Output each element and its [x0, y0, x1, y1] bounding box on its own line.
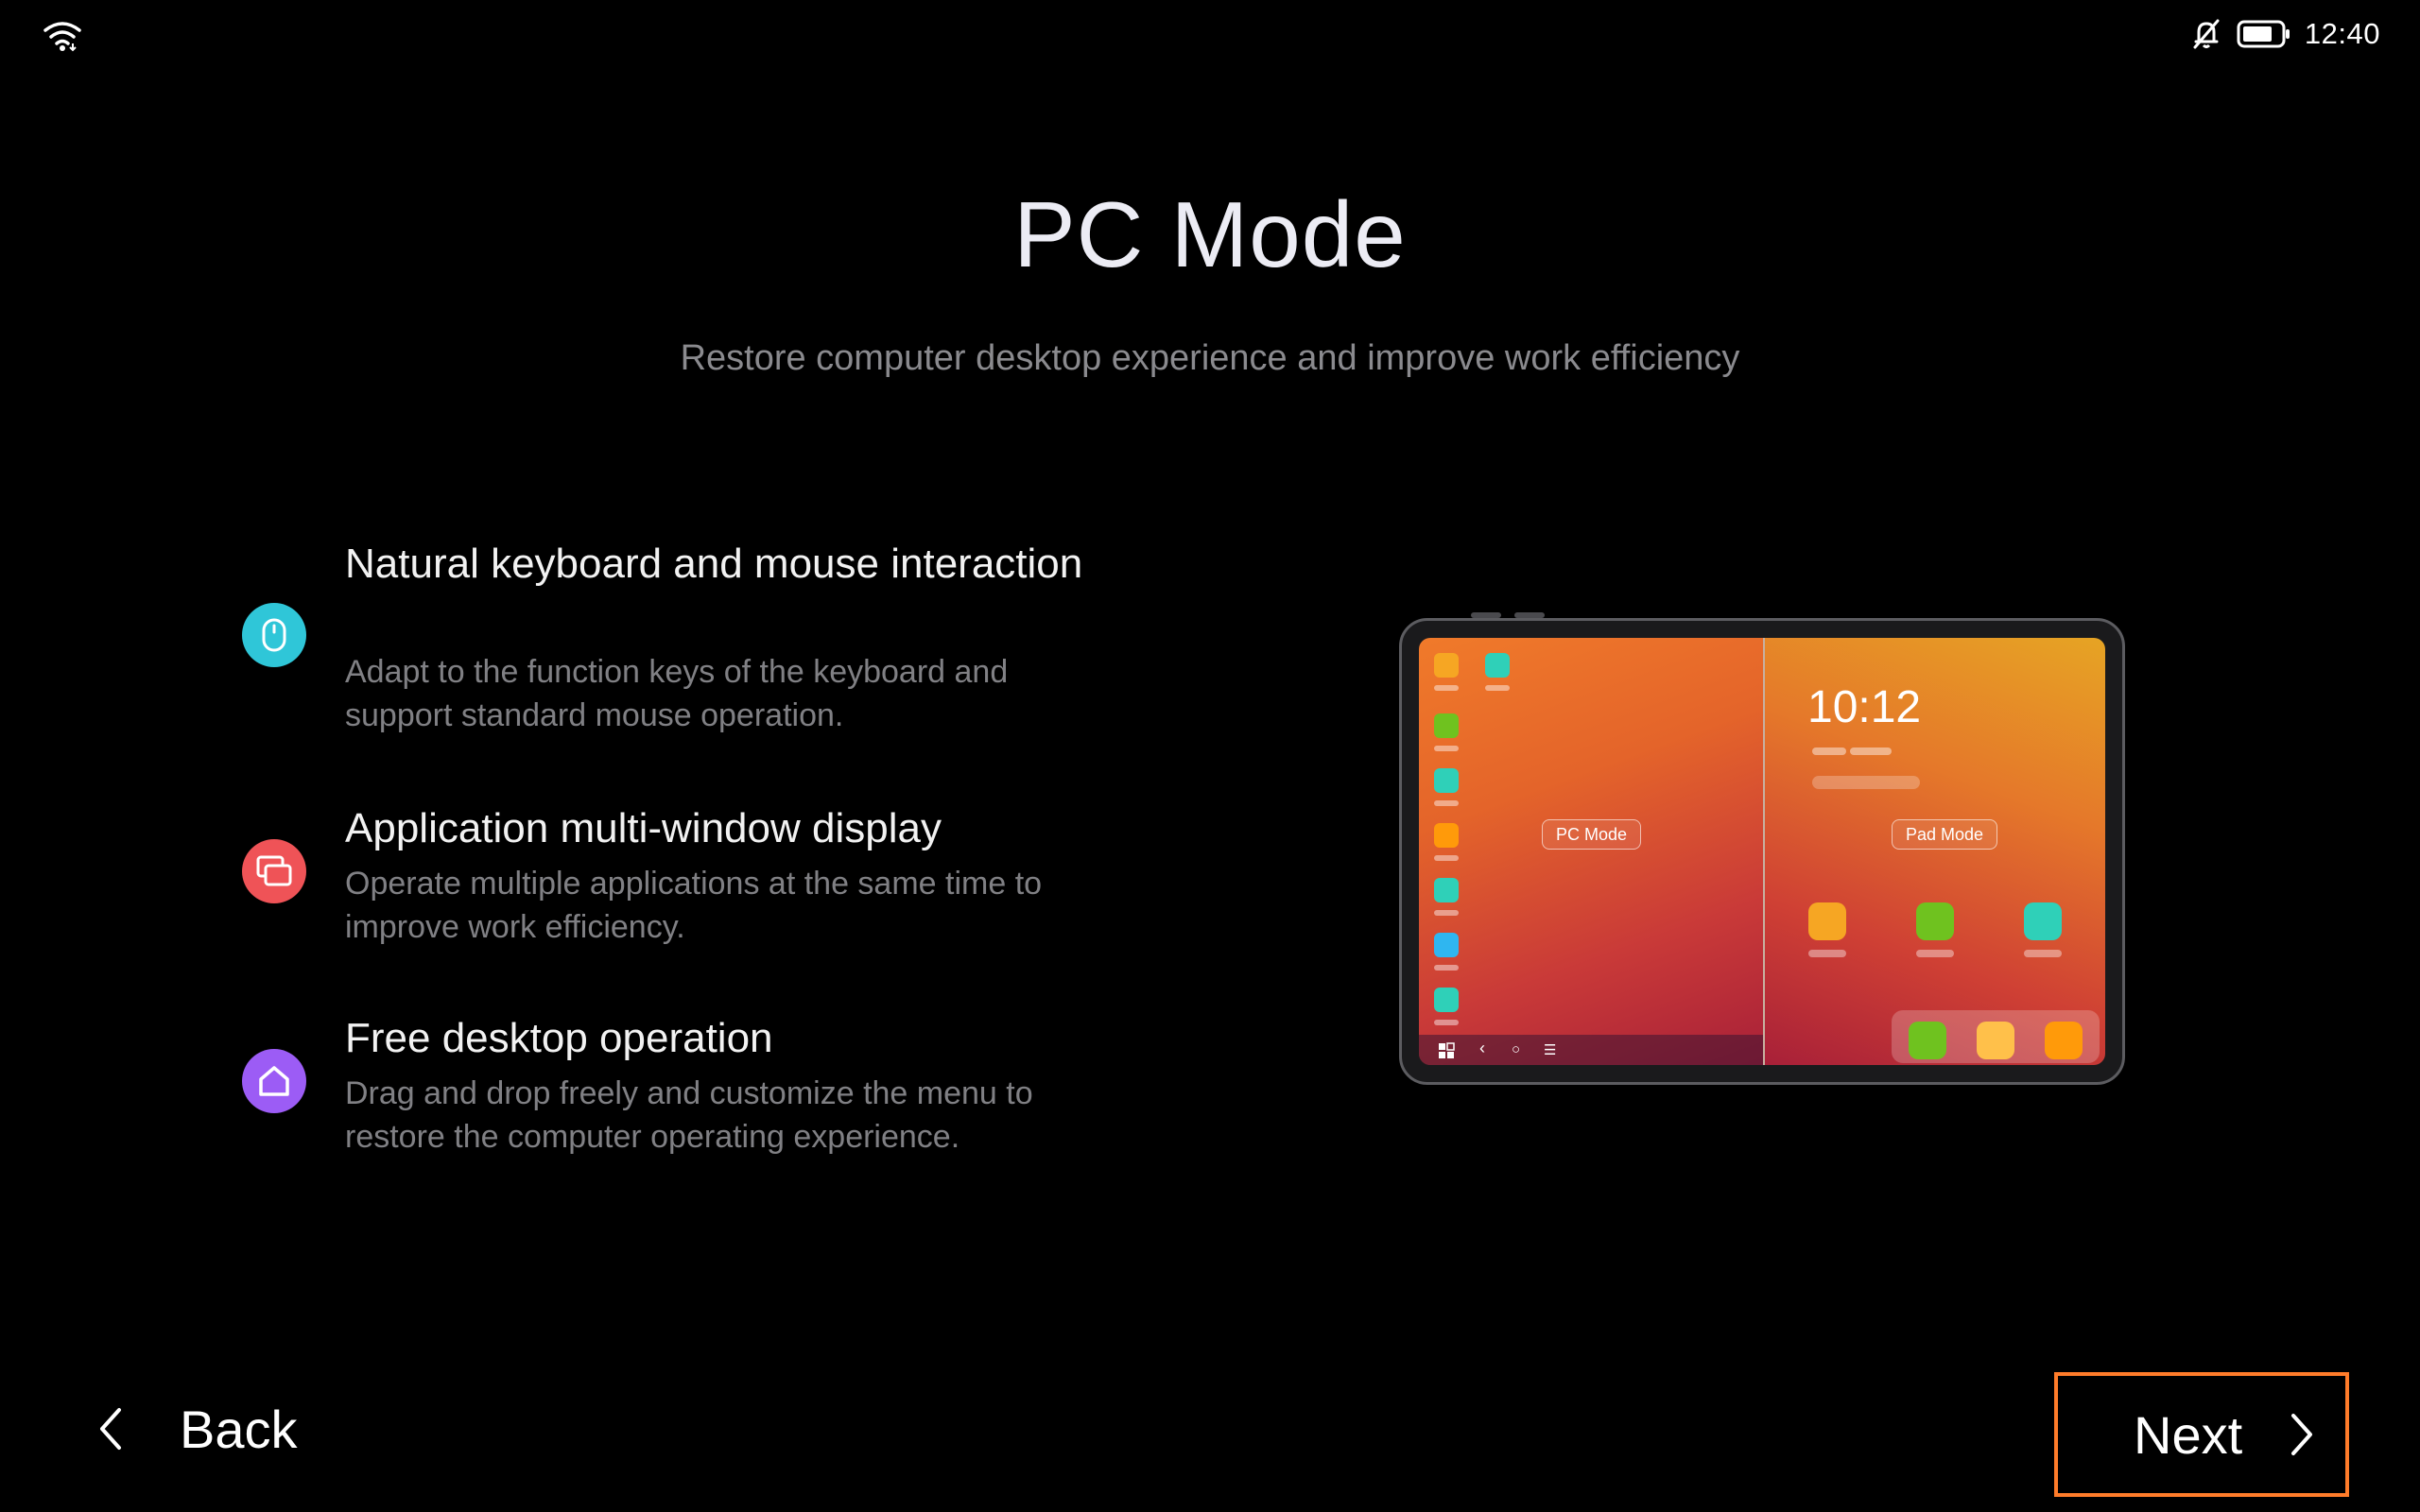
app-icon — [1434, 823, 1459, 848]
app-label-placeholder — [1485, 685, 1510, 691]
pc-mode-label: PC Mode — [1542, 819, 1642, 850]
feature-description: Adapt to the function keys of the keyboa… — [345, 654, 1009, 733]
app-label-placeholder — [1434, 965, 1459, 971]
app-label-placeholder — [2024, 950, 2062, 957]
app-icon — [1434, 768, 1459, 793]
app-icon — [1434, 713, 1459, 738]
feature-icon-badge — [242, 1049, 306, 1113]
date-placeholder — [1812, 747, 1846, 755]
app-label-placeholder — [1434, 910, 1459, 916]
feature-title: Free desktop operation — [345, 1015, 773, 1061]
feature-description: Drag and drop freely and customize the m… — [345, 1075, 1033, 1155]
feature-title: Natural keyboard and mouse interaction — [345, 541, 1083, 587]
page-subtitle: Restore computer desktop experience and … — [680, 338, 1740, 378]
start-menu-icon — [1439, 1042, 1455, 1058]
feature-title: Application multi-window display — [345, 805, 942, 851]
menu-nav-icon: ☰ — [1544, 1042, 1557, 1058]
app-icon — [1977, 1022, 2014, 1059]
app-icon — [2024, 902, 2062, 940]
app-icon — [1434, 988, 1459, 1012]
pad-clock: 10:12 — [1807, 682, 1922, 732]
feature-description: Operate multiple applications at the sam… — [345, 866, 1043, 945]
home-nav-icon: ○ — [1512, 1041, 1521, 1057]
app-label-placeholder — [1434, 685, 1459, 691]
back-button[interactable]: Back — [91, 1389, 318, 1469]
pad-mode-preview: 10:12 Pad Mode — [1765, 638, 2105, 1065]
wifi-icon — [43, 22, 81, 52]
app-icon — [1808, 902, 1846, 940]
pad-dock — [1892, 1010, 2100, 1063]
app-icon — [2045, 1022, 2083, 1059]
feature-icon-badge — [242, 603, 306, 667]
app-label-placeholder — [1434, 1020, 1459, 1025]
app-icon — [1485, 653, 1510, 678]
pad-mode-label: Pad Mode — [1892, 819, 1998, 850]
mouse-icon — [262, 618, 286, 652]
app-label-placeholder — [1434, 800, 1459, 806]
chevron-right-icon — [2291, 1414, 2313, 1455]
tablet-screen: PC Mode ‹ ○ ☰ 10:12 Pad Mode — [1419, 638, 2105, 1065]
battery-icon — [2237, 20, 2290, 48]
weather-placeholder — [1812, 776, 1920, 789]
app-icon — [1909, 1022, 1946, 1059]
back-label: Back — [180, 1399, 298, 1459]
next-label: Next — [2134, 1404, 2243, 1465]
status-bar: 12:40 — [0, 0, 2420, 66]
next-button[interactable]: Next — [2054, 1372, 2349, 1497]
app-label-placeholder — [1808, 950, 1846, 957]
tablet-illustration: PC Mode ‹ ○ ☰ 10:12 Pad Mode — [1399, 618, 2125, 1085]
status-time: 12:40 — [2304, 17, 2380, 50]
app-icon — [1434, 653, 1459, 678]
taskbar: ‹ ○ ☰ — [1419, 1035, 1763, 1065]
chevron-left-icon — [100, 1408, 121, 1450]
app-label-placeholder — [1916, 950, 1954, 957]
date-placeholder — [1850, 747, 1892, 755]
app-icon — [1434, 933, 1459, 957]
multi-window-icon — [256, 855, 292, 886]
app-label-placeholder — [1434, 746, 1459, 751]
app-icon — [1434, 878, 1459, 902]
app-icon — [1916, 902, 1954, 940]
feature-icon-badge — [242, 839, 306, 903]
back-nav-icon: ‹ — [1479, 1039, 1485, 1057]
page-title: PC Mode — [1013, 182, 1407, 286]
app-label-placeholder — [1434, 855, 1459, 861]
notifications-off-icon — [2193, 19, 2220, 49]
pc-mode-preview: PC Mode ‹ ○ ☰ — [1419, 638, 1763, 1065]
home-icon — [259, 1066, 289, 1096]
